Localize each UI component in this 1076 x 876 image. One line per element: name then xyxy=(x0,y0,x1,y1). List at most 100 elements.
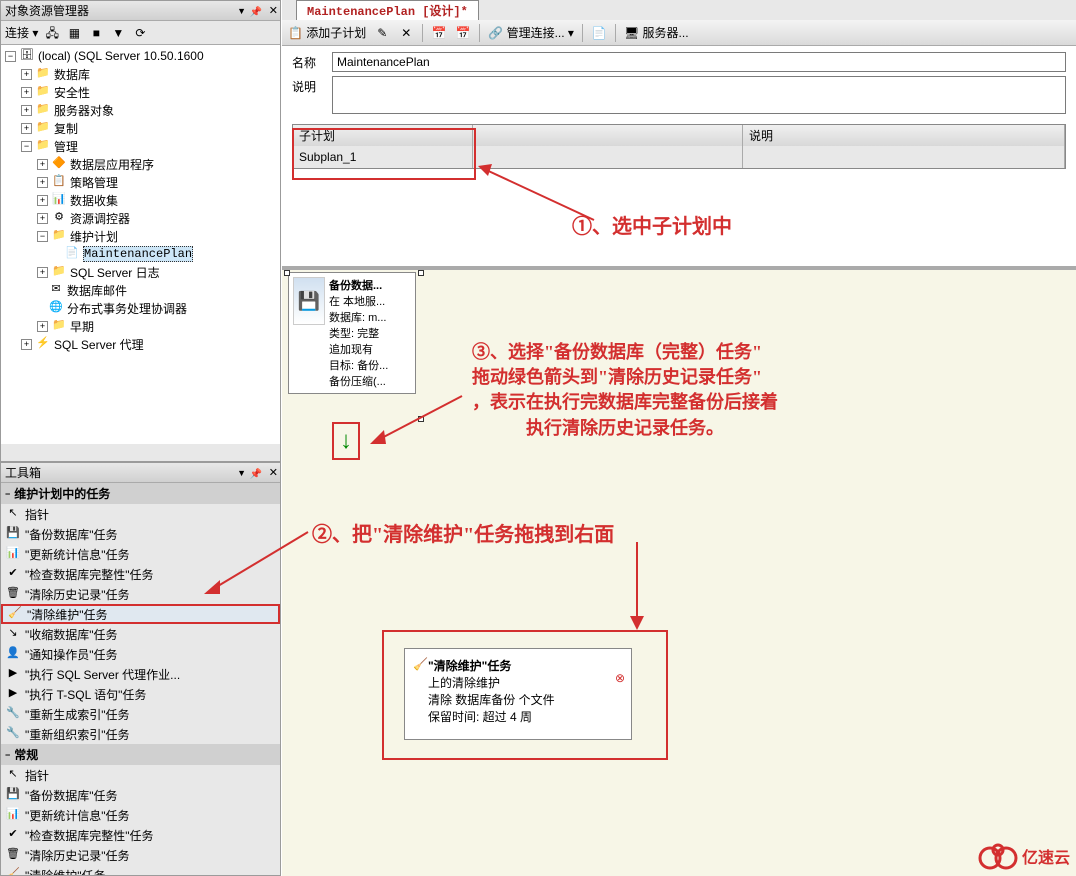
pointer-icon: ↖ xyxy=(5,767,21,783)
disconnect-icon[interactable]: ▦ xyxy=(66,25,82,41)
connect-dropdown[interactable]: 连接 ▾ xyxy=(5,24,38,41)
tree-sql-log[interactable]: + 📁 SQL Server 日志 xyxy=(3,263,278,281)
toolbox-check-integrity-2[interactable]: ✔"检查数据库完整性"任务 xyxy=(1,825,280,845)
subplan-cell-desc[interactable] xyxy=(743,146,1065,168)
tree-security[interactable]: + 📁 安全性 xyxy=(3,83,278,101)
tree-management[interactable]: − 📁 管理 xyxy=(3,137,278,155)
toolbox-update-stats[interactable]: 📊"更新统计信息"任务 xyxy=(1,544,280,564)
toolbox-history-cleanup-2[interactable]: 🗑"清除历史记录"任务 xyxy=(1,845,280,865)
edit-icon[interactable]: ✎ xyxy=(374,25,390,41)
expander-icon[interactable]: + xyxy=(21,105,32,116)
green-connector-arrow[interactable]: ↓ xyxy=(332,422,360,460)
tree-replication[interactable]: + 📁 复制 xyxy=(3,119,278,137)
toolbox-maint-cleanup[interactable]: 🧹"清除维护"任务 xyxy=(1,604,280,624)
add-subplan-button[interactable]: 📋 添加子计划 xyxy=(288,24,366,41)
expander-icon[interactable]: − xyxy=(37,231,48,242)
toolbox-notify-operator[interactable]: 👤"通知操作员"任务 xyxy=(1,644,280,664)
server-icon: 🗄 xyxy=(19,48,35,64)
tsql-icon: ▶ xyxy=(5,686,21,702)
toolbox-update-stats-2[interactable]: 📊"更新统计信息"任务 xyxy=(1,805,280,825)
servers-button[interactable]: 🖥 服务器... xyxy=(624,24,689,41)
tree-server-root[interactable]: − 🗄 (local) (SQL Server 10.50.1600 xyxy=(3,47,278,65)
expander-icon[interactable]: + xyxy=(37,267,48,278)
tree-sql-agent[interactable]: + ⚡ SQL Server 代理 xyxy=(3,335,278,353)
object-explorer-tree[interactable]: − 🗄 (local) (SQL Server 10.50.1600 + 📁 数… xyxy=(1,45,280,441)
toolbox-backup-db[interactable]: 💾"备份数据库"任务 xyxy=(1,524,280,544)
filter-icon[interactable]: ▼ xyxy=(110,25,126,41)
collapse-icon[interactable]: − xyxy=(5,489,10,499)
designer-toolbar: 📋 添加子计划 ✎ ✕ 📅 📅 🔗 管理连接... ▾ 📄 🖥 服务器... xyxy=(282,20,1076,46)
connect-icon[interactable]: 🖧 xyxy=(44,25,60,41)
col-desc-header[interactable]: 说明 xyxy=(743,125,1065,146)
tree-maint-plans[interactable]: − 📁 维护计划 xyxy=(3,227,278,245)
pin-icon[interactable]: 📌 xyxy=(250,3,262,23)
manage-connections-button[interactable]: 🔗 管理连接... ▾ xyxy=(488,24,574,41)
toolbox-shrink-db[interactable]: ↘"收缩数据库"任务 xyxy=(1,624,280,644)
stop-icon[interactable]: ■ xyxy=(88,25,104,41)
toolbox-exec-tsql[interactable]: ▶"执行 T-SQL 语句"任务 xyxy=(1,684,280,704)
design-canvas[interactable]: 💾 备份数据... 在 本地服... 数据库: m... 类型: 完整 追加现有… xyxy=(282,266,1076,876)
toolbox-pointer[interactable]: ↖指针 xyxy=(1,504,280,524)
toolbox-reorg-index[interactable]: 🔧"重新组织索引"任务 xyxy=(1,724,280,744)
report-icon[interactable]: 📄 xyxy=(591,25,607,41)
tree-dtc[interactable]: 🌐 分布式事务处理协调器 xyxy=(3,299,278,317)
expander-icon[interactable]: + xyxy=(21,69,32,80)
folder-icon: 📁 xyxy=(51,228,67,244)
tab-bar: MaintenancePlan [设计]* xyxy=(282,0,1076,20)
tree-resource-gov[interactable]: + ⚙ 资源调控器 xyxy=(3,209,278,227)
cleanup-task-icon: 🧹 xyxy=(413,657,428,717)
expander-icon[interactable]: + xyxy=(37,159,48,170)
toolbox-check-integrity[interactable]: ✔"检查数据库完整性"任务 xyxy=(1,564,280,584)
canvas-cleanup-task[interactable]: 🧹 "清除维护"任务 上的清除维护 清除 数据库备份 个文件 保留时间: 超过 … xyxy=(404,648,632,740)
expander-icon[interactable]: + xyxy=(37,195,48,206)
toolbox-backup-db-2[interactable]: 💾"备份数据库"任务 xyxy=(1,785,280,805)
category-general[interactable]: − 常规 xyxy=(1,744,280,765)
panel-options-icon[interactable]: ▼ xyxy=(237,1,246,21)
expander-icon[interactable]: + xyxy=(37,321,48,332)
toolbox-list[interactable]: − 维护计划中的任务 ↖指针 💾"备份数据库"任务 📊"更新统计信息"任务 ✔"… xyxy=(1,483,280,875)
expander-icon[interactable]: + xyxy=(21,87,32,98)
horizontal-scrollbar[interactable] xyxy=(1,444,280,461)
name-input[interactable]: MaintenancePlan xyxy=(332,52,1066,72)
delete-icon[interactable]: ✕ xyxy=(398,25,414,41)
toolbox-pointer-2[interactable]: ↖指针 xyxy=(1,765,280,785)
pin-icon[interactable]: 📌 xyxy=(250,465,262,485)
tree-data-collection[interactable]: + 📊 数据收集 xyxy=(3,191,278,209)
designer-area: MaintenancePlan [设计]* 📋 添加子计划 ✎ ✕ 📅 📅 🔗 … xyxy=(282,0,1076,876)
toolbox-exec-agent[interactable]: ▶"执行 SQL Server 代理作业... xyxy=(1,664,280,684)
schedule-off-icon[interactable]: 📅 xyxy=(455,25,471,41)
tree-databases[interactable]: + 📁 数据库 xyxy=(3,65,278,83)
panel-options-icon[interactable]: ▼ xyxy=(237,463,246,483)
data-tier-icon: 🔶 xyxy=(51,156,67,172)
reorg-icon: 🔧 xyxy=(5,726,21,742)
tree-db-mail[interactable]: ✉ 数据库邮件 xyxy=(3,281,278,299)
expander-icon[interactable]: + xyxy=(21,123,32,134)
toolbox-history-cleanup[interactable]: 🗑"清除历史记录"任务 xyxy=(1,584,280,604)
expander-icon[interactable]: + xyxy=(21,339,32,350)
resize-handle[interactable] xyxy=(418,270,424,276)
expander-icon[interactable]: + xyxy=(37,213,48,224)
category-maint-tasks[interactable]: − 维护计划中的任务 xyxy=(1,483,280,504)
subplan-cell-empty xyxy=(473,146,743,168)
toolbox-maint-cleanup-2[interactable]: 🧹"清除维护"任务 xyxy=(1,865,280,875)
tree-server-objects[interactable]: + 📁 服务器对象 xyxy=(3,101,278,119)
expander-icon[interactable]: + xyxy=(37,177,48,188)
expander-icon[interactable]: − xyxy=(5,51,16,62)
resize-handle[interactable] xyxy=(418,416,424,422)
tree-legacy[interactable]: + 📁 早期 xyxy=(3,317,278,335)
schedule-icon[interactable]: 📅 xyxy=(431,25,447,41)
close-icon[interactable]: ✕ xyxy=(269,1,278,21)
refresh-icon[interactable]: ⟳ xyxy=(132,25,148,41)
tree-policy[interactable]: + 📋 策略管理 xyxy=(3,173,278,191)
col-empty-header xyxy=(473,125,743,146)
toolbox-rebuild-index[interactable]: 🔧"重新生成索引"任务 xyxy=(1,704,280,724)
canvas-backup-task[interactable]: 💾 备份数据... 在 本地服... 数据库: m... 类型: 完整 追加现有… xyxy=(288,272,416,394)
close-icon[interactable]: ✕ xyxy=(269,463,278,483)
resize-handle[interactable] xyxy=(284,270,290,276)
collapse-icon[interactable]: − xyxy=(5,750,10,760)
tab-maintenance-plan[interactable]: MaintenancePlan [设计]* xyxy=(296,0,479,20)
tree-data-tier[interactable]: + 🔶 数据层应用程序 xyxy=(3,155,278,173)
expander-icon[interactable]: − xyxy=(21,141,32,152)
desc-input[interactable] xyxy=(332,76,1066,114)
tree-maint-plan-item[interactable]: 📄 MaintenancePlan xyxy=(3,245,278,263)
